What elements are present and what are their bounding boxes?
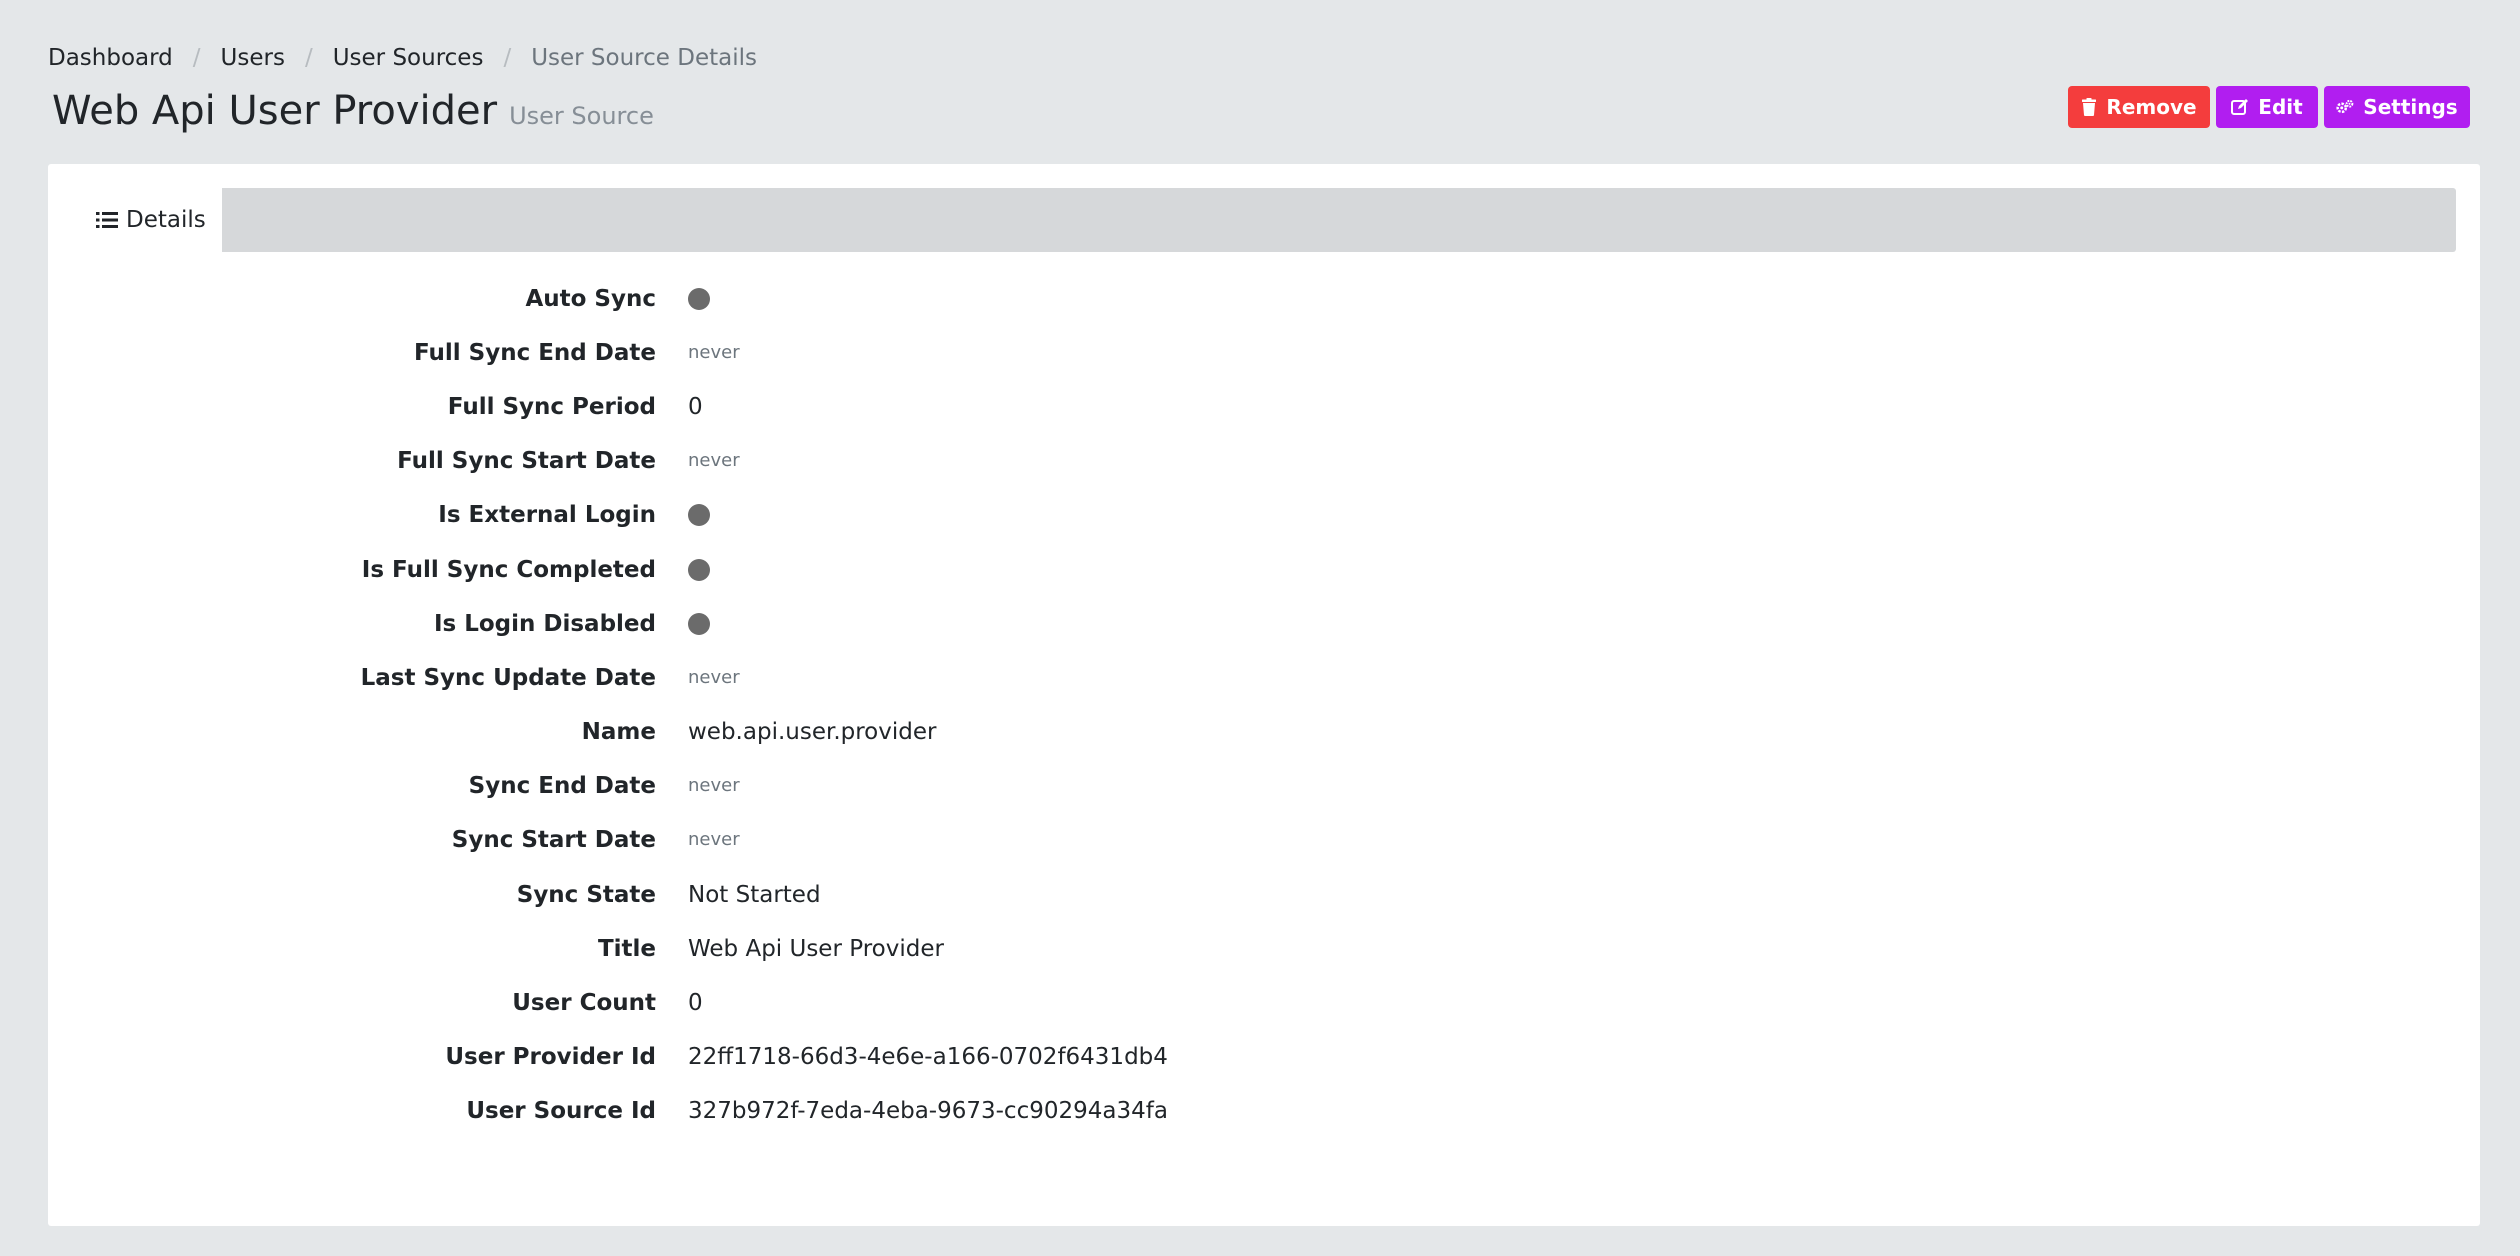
tab-bar: Details [72,188,2456,252]
breadcrumb-separator: / [192,45,201,71]
detail-label: Sync Start Date [451,827,656,853]
trash-icon [2081,98,2097,116]
detail-value: Not Started [688,882,821,908]
edit-icon [2231,98,2249,116]
details-card: Details Auto Sync Full Sync End Date nev… [48,164,2480,1226]
detail-value: web.api.user.provider [688,719,937,745]
detail-value: Web Api User Provider [688,936,944,962]
detail-row-user-source-id: User Source Id 327b972f-7eda-4eba-9673-c… [48,1084,2480,1138]
page-title: Web Api User Provider [52,88,498,134]
tab-details[interactable]: Details [72,188,222,252]
detail-label: User Source Id [466,1098,656,1124]
detail-label: Is Full Sync Completed [361,557,656,583]
detail-label: Title [597,936,656,962]
detail-row-full-sync-period: Full Sync Period 0 [48,380,2480,434]
detail-row-sync-state: Sync State Not Started [48,868,2480,922]
detail-label: Sync State [516,882,656,908]
detail-value: never [688,829,740,850]
detail-row-full-sync-end-date: Full Sync End Date never [48,326,2480,380]
gears-icon [2336,98,2354,116]
detail-row-last-sync-update-date: Last Sync Update Date never [48,651,2480,705]
detail-label: User Count [512,990,656,1016]
breadcrumb-user-sources[interactable]: User Sources [333,42,484,74]
remove-button[interactable]: Remove [2068,86,2210,128]
detail-row-sync-start-date: Sync Start Date never [48,813,2480,867]
detail-value: never [688,775,740,796]
status-dot-icon [688,613,710,635]
detail-row-is-external-login: Is External Login [48,488,2480,542]
detail-label: Auto Sync [525,286,656,312]
edit-button[interactable]: Edit [2216,86,2318,128]
detail-row-auto-sync: Auto Sync [48,272,2480,326]
breadcrumb-separator: / [304,45,313,71]
detail-value: 22ff1718-66d3-4e6e-a166-0702f6431db4 [688,1044,1168,1070]
detail-value: never [688,342,740,363]
detail-row-sync-end-date: Sync End Date never [48,759,2480,813]
settings-button[interactable]: Settings [2324,86,2470,128]
list-icon [96,211,118,229]
tab-details-label: Details [126,207,206,233]
settings-button-label: Settings [2363,95,2458,119]
detail-row-user-provider-id: User Provider Id 22ff1718-66d3-4e6e-a166… [48,1030,2480,1084]
detail-label: Is External Login [438,502,656,528]
detail-row-is-full-sync-completed: Is Full Sync Completed [48,543,2480,597]
detail-row-full-sync-start-date: Full Sync Start Date never [48,434,2480,488]
breadcrumb-dashboard[interactable]: Dashboard [48,42,173,74]
detail-row-user-count: User Count 0 [48,976,2480,1030]
detail-row-title: Title Web Api User Provider [48,922,2480,976]
detail-label: Name [581,719,656,745]
detail-value: 327b972f-7eda-4eba-9673-cc90294a34fa [688,1098,1168,1124]
detail-value: 0 [688,394,703,420]
detail-label: Last Sync Update Date [360,665,656,691]
detail-value: 0 [688,990,703,1016]
breadcrumb-separator: / [503,45,512,71]
detail-label: Is Login Disabled [433,611,656,637]
status-dot-icon [688,504,710,526]
breadcrumb: Dashboard / Users / User Sources / User … [48,42,757,74]
breadcrumb-users[interactable]: Users [221,42,285,74]
detail-label: User Provider Id [445,1044,656,1070]
status-dot-icon [688,559,710,581]
page-header: Web Api User Provider User Source [52,88,654,134]
detail-row-is-login-disabled: Is Login Disabled [48,597,2480,651]
detail-label: Sync End Date [468,773,656,799]
breadcrumb-current: User Source Details [531,45,757,71]
detail-value: never [688,667,740,688]
status-dot-icon [688,288,710,310]
edit-button-label: Edit [2258,95,2303,119]
detail-label: Full Sync End Date [413,340,656,366]
page-subtitle: User Source [509,102,654,130]
remove-button-label: Remove [2106,95,2197,119]
action-bar: Remove Edit Settings [2068,86,2470,128]
detail-label: Full Sync Period [447,394,656,420]
detail-label: Full Sync Start Date [397,448,656,474]
detail-value: never [688,450,740,471]
detail-row-name: Name web.api.user.provider [48,705,2480,759]
